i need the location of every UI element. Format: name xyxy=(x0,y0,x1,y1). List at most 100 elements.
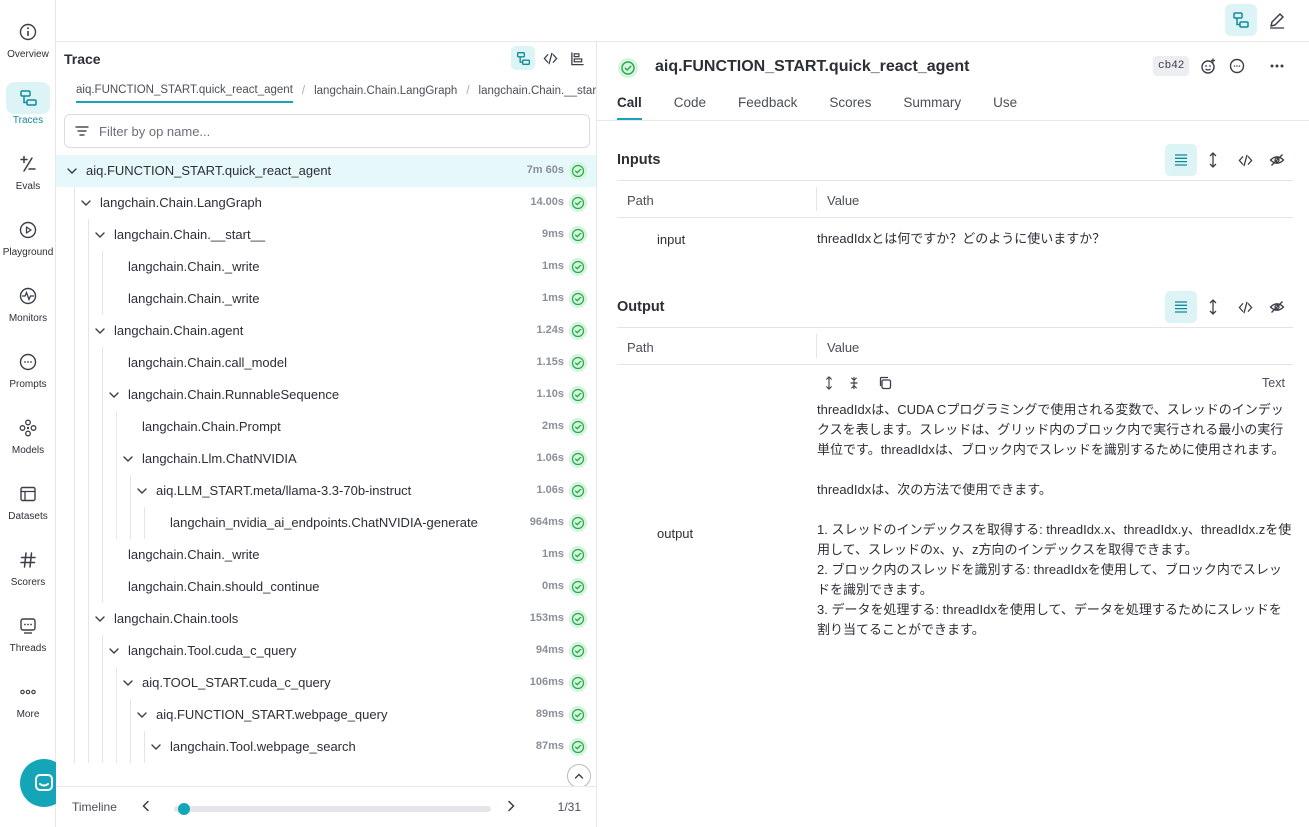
copy-button[interactable] xyxy=(878,376,892,390)
chevron-down-icon[interactable] xyxy=(94,613,106,625)
filter-icon xyxy=(75,126,89,136)
output-key: output xyxy=(657,526,694,541)
output-hide-button[interactable] xyxy=(1261,291,1293,323)
trace-row[interactable]: aiq.FUNCTION_START.quick_react_agent 7m 6… xyxy=(56,155,596,187)
nav-item-datasets[interactable]: Datasets xyxy=(0,470,56,530)
chevron-down-icon[interactable] xyxy=(94,229,106,241)
edit-button[interactable] xyxy=(1261,4,1293,36)
chevron-down-icon[interactable] xyxy=(108,389,120,401)
trace-row[interactable]: aiq.TOOL_START.cuda_c_query 106ms xyxy=(56,667,596,699)
expand-vertical-icon xyxy=(1209,299,1217,315)
scroll-to-top-button[interactable] xyxy=(567,764,591,788)
tree-view-toggle[interactable] xyxy=(1225,4,1257,36)
trace-row[interactable]: aiq.FUNCTION_START.webpage_query 89ms xyxy=(56,699,596,731)
output-json-button[interactable] xyxy=(1229,291,1261,323)
play-icon xyxy=(6,214,50,246)
breadcrumb-item[interactable]: aiq.FUNCTION_START.quick_react_agent xyxy=(76,84,293,103)
trace-row-label: langchain.Llm.ChatNVIDIA xyxy=(142,451,297,466)
tree-view-icon xyxy=(1233,12,1249,28)
nav-label: Datasets xyxy=(8,511,48,522)
chevron-down-icon[interactable] xyxy=(108,645,120,657)
nav-item-playground[interactable]: Playground xyxy=(0,206,56,266)
status-success-icon xyxy=(618,58,638,78)
nav-item-prompts[interactable]: Prompts xyxy=(0,338,56,398)
breadcrumb-item[interactable]: langchain.Chain.LangGraph xyxy=(314,85,457,102)
trace-row-label: langchain.Chain.Prompt xyxy=(142,419,281,434)
version-badge[interactable]: cb42 xyxy=(1153,56,1190,76)
tree-layout-button[interactable] xyxy=(511,46,535,70)
chevron-down-icon[interactable] xyxy=(136,709,148,721)
timeline-slider-track[interactable] xyxy=(174,806,491,812)
timeline-slider-thumb[interactable] xyxy=(178,803,191,815)
chevron-down-icon[interactable] xyxy=(122,677,134,689)
trace-row[interactable]: langchain.Chain.LangGraph 14.00s xyxy=(56,187,596,219)
nav-label: Scorers xyxy=(10,577,46,588)
tab-scores[interactable]: Scores xyxy=(829,94,871,120)
breadcrumb-item[interactable]: langchain.Chain.__start__ xyxy=(479,85,596,102)
expand-text-button[interactable] xyxy=(822,376,836,390)
nav-item-evals[interactable]: Evals xyxy=(0,140,56,200)
collapse-text-button[interactable] xyxy=(847,376,861,390)
filter-input[interactable] xyxy=(99,123,569,139)
inputs-hide-button[interactable] xyxy=(1261,144,1293,176)
code-view-button[interactable] xyxy=(538,46,562,70)
trace-row-duration: 1.10s xyxy=(536,388,564,400)
chevron-down-icon[interactable] xyxy=(66,165,78,177)
inputs-json-button[interactable] xyxy=(1229,144,1261,176)
trace-row[interactable]: langchain.Chain.tools 153ms xyxy=(56,603,596,635)
chevron-down-icon[interactable] xyxy=(150,741,162,753)
chevron-down-icon[interactable] xyxy=(94,325,106,337)
trace-row[interactable]: langchain_nvidia_ai_endpoints.ChatNVIDIA… xyxy=(56,507,596,539)
trace-row[interactable]: langchain.Tool.webpage_search 87ms xyxy=(56,731,596,763)
chevron-down-icon[interactable] xyxy=(80,197,92,209)
trace-row[interactable]: aiq.LLM_START.meta/llama-3.3-70b-instruc… xyxy=(56,475,596,507)
tree-view-icon xyxy=(516,51,530,65)
nav-item-more[interactable]: More xyxy=(0,668,56,728)
success-check-icon xyxy=(569,738,587,756)
trace-row[interactable]: langchain.Tool.cuda_c_query 94ms xyxy=(56,635,596,667)
trace-row[interactable]: langchain.Chain._write 1ms xyxy=(56,251,596,283)
eye-off-icon xyxy=(1269,154,1285,166)
trace-row[interactable]: langchain.Chain.should_continue 0ms xyxy=(56,571,596,603)
tab-use[interactable]: Use xyxy=(993,94,1017,120)
more-options-button[interactable] xyxy=(1267,56,1287,76)
trace-row-label: langchain.Chain.agent xyxy=(114,323,244,338)
trace-row[interactable]: langchain.Chain._write 1ms xyxy=(56,539,596,571)
nav-item-overview[interactable]: Overview xyxy=(0,8,56,68)
nav-item-models[interactable]: Models xyxy=(0,404,56,464)
trace-row[interactable]: langchain.Chain.call_model 1.15s xyxy=(56,347,596,379)
trace-row[interactable]: langchain.Chain.RunnableSequence 1.10s xyxy=(56,379,596,411)
nav-item-traces[interactable]: Traces xyxy=(0,74,56,134)
add-reaction-button[interactable] xyxy=(1198,56,1218,76)
timeline-view-button[interactable] xyxy=(565,46,589,70)
timeline-prev-button[interactable] xyxy=(138,798,154,814)
output-expand-button[interactable] xyxy=(1197,291,1229,323)
inputs-expand-button[interactable] xyxy=(1197,144,1229,176)
timeline-next-button[interactable] xyxy=(503,798,519,814)
nav-item-monitors[interactable]: Monitors xyxy=(0,272,56,332)
tab-call[interactable]: Call xyxy=(617,94,642,120)
tab-code[interactable]: Code xyxy=(674,94,706,120)
tab-feedback[interactable]: Feedback xyxy=(738,94,797,120)
timeline-bar: Timeline 1/31 xyxy=(56,786,596,827)
inputs-list-view-button[interactable] xyxy=(1165,144,1197,176)
nav-item-scorers[interactable]: Scorers xyxy=(0,536,56,596)
success-check-icon xyxy=(569,482,587,500)
chevron-down-icon[interactable] xyxy=(136,485,148,497)
threads-icon xyxy=(6,610,50,642)
output-list-view-button[interactable] xyxy=(1165,291,1197,323)
chevron-right-icon xyxy=(508,800,515,812)
trace-row[interactable]: langchain.Chain.__start__ 9ms xyxy=(56,219,596,251)
trace-row[interactable]: langchain.Llm.ChatNVIDIA 1.06s xyxy=(56,443,596,475)
chevron-down-icon[interactable] xyxy=(122,453,134,465)
comment-button[interactable] xyxy=(1227,56,1247,76)
trace-row[interactable]: langchain.Chain._write 1ms xyxy=(56,283,596,315)
trace-row-label: langchain.Chain.tools xyxy=(114,611,239,626)
nav-item-threads[interactable]: Threads xyxy=(0,602,56,662)
trace-row[interactable]: langchain.Chain.Prompt 2ms xyxy=(56,411,596,443)
success-check-icon xyxy=(569,354,587,372)
models-icon xyxy=(6,412,50,444)
text-mode-toggle[interactable]: Text xyxy=(1262,376,1285,390)
tab-summary[interactable]: Summary xyxy=(903,94,961,120)
trace-row[interactable]: langchain.Chain.agent 1.24s xyxy=(56,315,596,347)
